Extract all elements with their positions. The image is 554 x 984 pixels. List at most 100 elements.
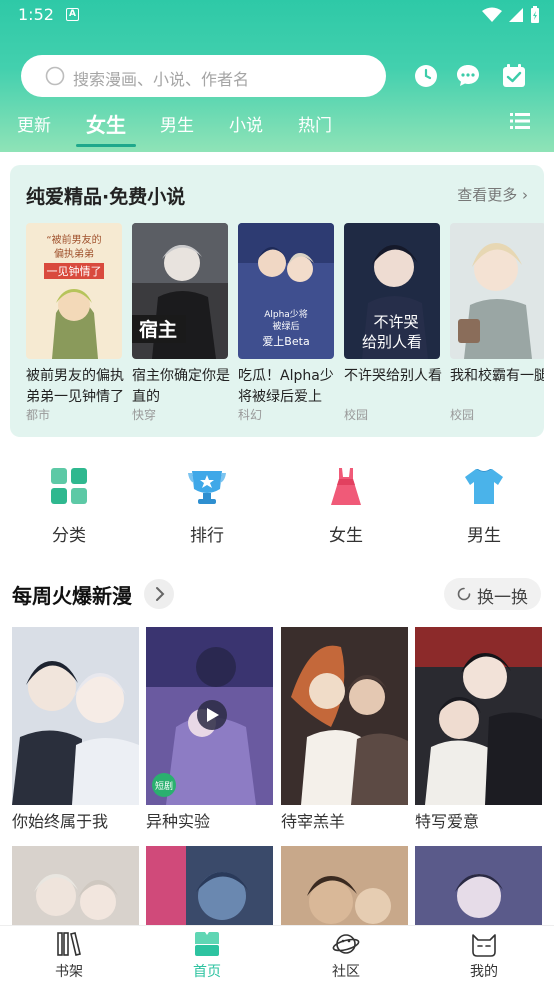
book-cover: Alpha少将 被绿后 爱上Beta	[238, 223, 334, 359]
free-novel-section: 纯爱精品·免费小说 查看更多 › “被前男友的 偏执弟弟 一见钟情了 被前男友的…	[10, 165, 544, 437]
book-title: 宿主你确定你是直的	[132, 368, 230, 405]
quick-link-label: 排行	[190, 526, 224, 546]
nav-profile[interactable]: 我的	[444, 930, 524, 981]
tab-hot[interactable]: 热门	[298, 111, 332, 136]
book-item[interactable]: 不许哭 给别人看 不许哭给别人看 校园	[344, 223, 442, 422]
svg-text:被绿后: 被绿后	[272, 320, 299, 332]
wifi-icon	[482, 7, 502, 22]
comic-title: 待宰羔羊	[281, 812, 346, 831]
svg-text:爱上Beta: 爱上Beta	[262, 335, 309, 348]
nav-home[interactable]: 首页	[167, 930, 247, 981]
quick-link-label: 分类	[52, 526, 86, 546]
trophy-icon	[188, 471, 226, 504]
book-item[interactable]: Alpha少将 被绿后 爱上Beta 吃瓜！Alpha少将被绿后爱上Beta 科…	[238, 223, 334, 422]
checkin-icon[interactable]	[502, 64, 526, 88]
tab-novel[interactable]: 小说	[229, 111, 263, 136]
nav-bookshelf[interactable]: 书架	[29, 930, 109, 981]
svg-text:不许哭: 不许哭	[373, 313, 418, 331]
signal-icon	[509, 8, 523, 22]
book-genre: 科幻	[238, 408, 263, 422]
bottom-nav: 书架 首页 社区 我的	[0, 925, 554, 984]
book-cover	[450, 223, 544, 359]
comic-cover	[281, 627, 408, 805]
quick-link-ranking[interactable]: 排行	[167, 465, 247, 546]
app-header: 1:52 A 搜索漫画、小说、作者名 更新 女生 男生 小说 热门	[0, 0, 554, 152]
book-genre: 快穿	[132, 408, 157, 422]
book-genre: 都市	[26, 408, 51, 422]
book-cover: 不许哭 给别人看	[344, 223, 440, 359]
book-title: 吃瓜！Alpha少将被绿后爱上Beta	[238, 368, 334, 405]
svg-text:给别人看: 给别人看	[362, 333, 422, 351]
history-icon[interactable]	[414, 64, 438, 88]
comic-title: 异种实验	[146, 812, 211, 831]
search-input[interactable]: 搜索漫画、小说、作者名	[21, 55, 386, 97]
active-tab-indicator	[76, 144, 136, 147]
bookshelf-icon	[57, 932, 81, 956]
status-bar: 1:52 A	[0, 0, 554, 30]
category-tabs: 更新 女生 男生 小说 热门	[0, 106, 554, 148]
svg-text:“被前男友的: “被前男友的	[46, 233, 101, 246]
nav-label: 书架	[55, 964, 83, 980]
quick-link-label: 女生	[329, 526, 363, 546]
refresh-button[interactable]: 换一换	[444, 578, 541, 610]
book-title: 不许哭给别人看	[344, 368, 442, 384]
svg-text:一见钟情了: 一见钟情了	[47, 264, 102, 278]
comic-cover	[415, 627, 542, 805]
chevron-right-icon	[156, 587, 165, 601]
search-icon	[45, 66, 65, 86]
weekly-section-title: 每周火爆新漫	[12, 584, 132, 608]
book-cover: “被前男友的 偏执弟弟 一见钟情了	[26, 223, 122, 359]
book-genre: 校园	[344, 408, 369, 422]
comic-item[interactable]: 短剧 异种实验	[146, 627, 273, 832]
view-more-label: 查看更多	[457, 186, 518, 204]
refresh-label: 换一换	[477, 588, 528, 608]
quick-link-category[interactable]: 分类	[29, 465, 109, 546]
refresh-icon	[457, 587, 471, 601]
svg-text:Alpha少将: Alpha少将	[264, 309, 308, 320]
nav-label: 社区	[332, 964, 360, 980]
book-genre: 校园	[450, 408, 475, 422]
nav-label: 首页	[193, 964, 221, 980]
quick-link-female[interactable]: 女生	[306, 465, 386, 546]
tab-female[interactable]: 女生	[86, 109, 126, 138]
short-drama-badge: 短剧	[155, 780, 173, 792]
menu-icon[interactable]	[510, 112, 530, 130]
comic-item[interactable]: 待宰羔羊	[281, 627, 408, 832]
dress-icon	[331, 468, 361, 505]
comic-item[interactable]: 你始终属于我	[12, 627, 139, 832]
book-title: 被前男友的偏执弟弟一见钟情了	[26, 368, 124, 405]
svg-text:偏执弟弟: 偏执弟弟	[54, 247, 94, 260]
search-placeholder: 搜索漫画、小说、作者名	[73, 70, 250, 89]
message-icon[interactable]	[456, 64, 480, 88]
view-more-link[interactable]: 查看更多 ›	[457, 184, 528, 205]
planet-icon	[332, 934, 360, 954]
tshirt-icon	[465, 469, 503, 504]
svg-text:宿主: 宿主	[139, 318, 177, 341]
comic-item[interactable]: 特写爱意	[415, 627, 542, 832]
book-cover: 宿主	[132, 223, 228, 359]
tab-update[interactable]: 更新	[17, 111, 51, 136]
chevron-right-icon: ›	[522, 186, 528, 204]
weekly-more-button[interactable]	[144, 579, 174, 609]
battery-icon	[531, 6, 539, 23]
status-icons	[482, 6, 540, 24]
home-icon	[195, 932, 219, 956]
comic-title: 特写爱意	[415, 812, 480, 831]
comic-title: 你始终属于我	[12, 812, 109, 831]
status-time: 1:52	[18, 5, 54, 24]
quick-link-label: 男生	[467, 526, 501, 546]
category-icon	[51, 468, 87, 504]
book-title: 我和校霸有一腿	[450, 368, 544, 384]
nav-label: 我的	[470, 964, 498, 980]
section-title: 纯爱精品·免费小说	[26, 186, 186, 208]
tab-male[interactable]: 男生	[160, 111, 194, 136]
cat-icon	[472, 934, 496, 957]
book-item[interactable]: 宿主 宿主你确定你是直的 快穿	[132, 223, 230, 422]
notification-icon: A	[66, 8, 79, 21]
quick-link-male[interactable]: 男生	[444, 465, 524, 546]
nav-community[interactable]: 社区	[306, 930, 386, 981]
comic-cover	[12, 627, 139, 805]
book-item[interactable]: 我和校霸有一腿 校园	[450, 223, 544, 422]
book-item[interactable]: “被前男友的 偏执弟弟 一见钟情了 被前男友的偏执弟弟一见钟情了 都市	[26, 223, 124, 422]
comic-cover: 短剧	[146, 627, 273, 805]
